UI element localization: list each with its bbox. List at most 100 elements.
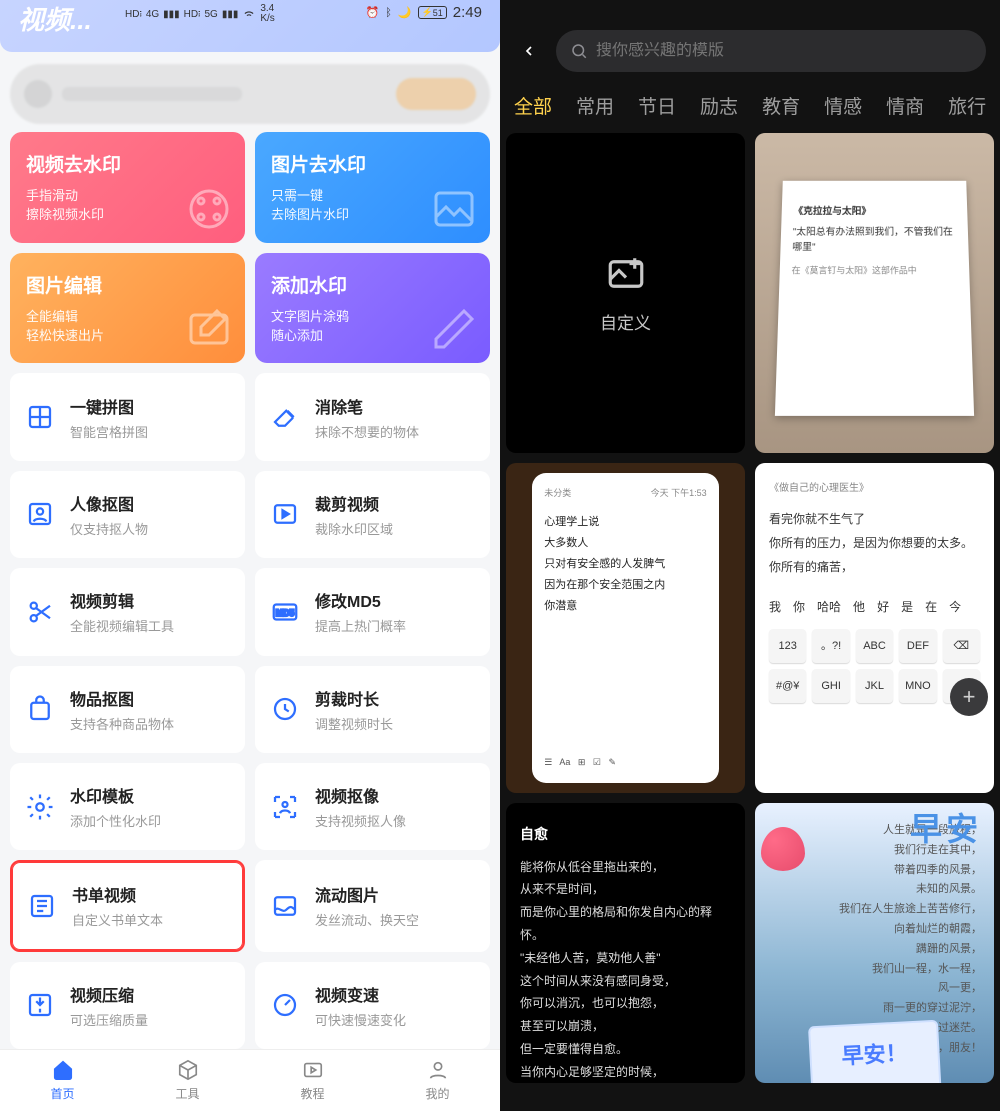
compress-icon (22, 987, 58, 1023)
card-line-1: 只需一键 (271, 188, 323, 203)
kb-candidate[interactable]: 他 (853, 595, 865, 619)
tool-title: 书单视频 (72, 882, 163, 906)
tool-title: 物品抠图 (70, 686, 174, 710)
home-icon (52, 1059, 74, 1081)
svg-text:MD5: MD5 (276, 608, 295, 618)
tab-0[interactable]: 全部 (514, 92, 552, 119)
kb-candidate[interactable]: 今 (949, 595, 961, 619)
tool-md5[interactable]: MD5修改MD5提高上热门概率 (255, 568, 490, 655)
kb-key[interactable]: 123 (769, 629, 806, 663)
card-line-2: 随心添加 (271, 328, 323, 343)
tool-title: 视频抠像 (315, 783, 406, 807)
kb-candidate[interactable]: 是 (901, 595, 913, 619)
tool-puzzle[interactable]: 一键拼图智能宫格拼图 (10, 373, 245, 460)
dark-line: 能将你从低谷里拖出来的， (520, 856, 731, 879)
dark-line: 这个时间从来没有感同身受， (520, 970, 731, 993)
search-input[interactable] (596, 42, 972, 60)
kb-key[interactable]: ⌫ (943, 629, 980, 663)
tool-compress[interactable]: 视频压缩可选压缩质量 (10, 962, 245, 1049)
kb-key[interactable]: 。?! (812, 629, 849, 663)
nav-play[interactable]: 教程 (250, 1050, 375, 1111)
tab-5[interactable]: 情感 (824, 92, 862, 119)
phone-line: 只对有安全感的人发脾气 (544, 554, 706, 575)
card-image-watermark-remove[interactable]: 图片去水印 只需一键去除图片水印 (255, 132, 490, 243)
template-phone-note[interactable]: 未分类今天 下午1:53 心理学上说大多数人只对有安全感的人发脾气因为在那个安全… (506, 463, 745, 793)
person-scan-icon (267, 789, 303, 825)
tool-sub: 支持各种商品物体 (70, 714, 174, 733)
add-image-icon (605, 253, 647, 295)
morning-line: 我们山一程，水一程， (823, 960, 982, 980)
tool-sub: 发丝流动、换天空 (315, 910, 419, 929)
nav-label: 工具 (175, 1085, 199, 1102)
nav-home[interactable]: 首页 (0, 1050, 125, 1111)
kb-key[interactable]: GHI (812, 669, 849, 703)
promo-text (62, 87, 242, 101)
back-button[interactable] (514, 36, 544, 66)
tab-3[interactable]: 励志 (700, 92, 738, 119)
morning-line: 带着四季的风景， (823, 861, 982, 881)
tool-book[interactable]: 书单视频自定义书单文本 (10, 860, 245, 951)
phone-toolbar: ☰ Aa ⊞ ☑ ✎ (544, 754, 706, 771)
kb-candidate[interactable]: 好 (877, 595, 889, 619)
morning-line: 我们在人生旅途上苦苦修行， (823, 900, 982, 920)
kb-key[interactable]: ABC (856, 629, 893, 663)
template-dark-quote[interactable]: 自愈 能将你从低谷里拖出来的，从来不是时间，而是你心里的格局和你发自内心的释怀。… (506, 803, 745, 1083)
tool-bag[interactable]: 物品抠图支持各种商品物体 (10, 666, 245, 753)
search-box[interactable] (556, 30, 986, 72)
battery-icon: ⚡51 (418, 6, 447, 19)
card-add-watermark[interactable]: 添加水印 文字图片涂鸦随心添加 (255, 253, 490, 364)
tab-4[interactable]: 教育 (762, 92, 800, 119)
phone-line: 你潜意 (544, 596, 706, 617)
kb-candidate[interactable]: 在 (925, 595, 937, 619)
promo-bar[interactable] (10, 64, 490, 124)
tool-eraser[interactable]: 消除笔抹除不想要的物体 (255, 373, 490, 460)
tool-person[interactable]: 人像抠图仅支持抠人物 (10, 471, 245, 558)
tab-2[interactable]: 节日 (638, 92, 676, 119)
dark-line: 而是你心里的格局和你发自内心的释怀。 (520, 901, 731, 947)
promo-avatar (24, 80, 52, 108)
nav-user[interactable]: 我的 (375, 1050, 500, 1111)
note-line-1: 看完你就不生气了 (769, 507, 980, 531)
card-image-edit[interactable]: 图片编辑 全能编辑轻松快速出片 (10, 253, 245, 364)
note-line-3: 你所有的痛苦， (769, 555, 980, 579)
tool-sub: 添加个性化水印 (70, 811, 161, 830)
card-video-watermark-remove[interactable]: 视频去水印 手指滑动擦除视频水印 (10, 132, 245, 243)
kb-key[interactable]: DEF (899, 629, 936, 663)
tool-scissors[interactable]: 视频剪辑全能视频编辑工具 (10, 568, 245, 655)
kb-candidate[interactable]: 哈哈 (817, 595, 841, 619)
kb-key[interactable]: #@¥ (769, 669, 806, 703)
tool-pic-flow[interactable]: 流动图片发丝流动、换天空 (255, 860, 490, 951)
kb-key[interactable]: MNO (899, 669, 936, 703)
tab-6[interactable]: 情商 (886, 92, 924, 119)
tool-crop-vid[interactable]: 裁剪视频裁除水印区域 (255, 471, 490, 558)
tab-1[interactable]: 常用 (576, 92, 614, 119)
alarm-icon: ⏰ (366, 6, 380, 19)
kb-key[interactable]: JKL (856, 669, 893, 703)
promo-button[interactable] (396, 78, 476, 110)
tool-title: 水印模板 (70, 783, 161, 807)
book-page: 《克拉拉与太阳》 "太阳总有办法照到我们，不管我们在哪里" 在《莫言钉与太阳》这… (775, 180, 974, 415)
bottom-nav: 首页工具 教程我的 (0, 1049, 500, 1111)
tool-sub: 仅支持抠人物 (70, 519, 148, 538)
phone-top-left: 未分类 (544, 485, 571, 502)
phone-line: 因为在那个安全范围之内 (544, 575, 706, 596)
hd-icon-2: HD፧ (184, 9, 201, 20)
tool-speed[interactable]: 视频变速可快速慢速变化 (255, 962, 490, 1049)
dnd-icon: 🌙 (398, 6, 412, 19)
template-keyboard-note[interactable]: 《做自己的心理医生》 看完你就不生气了 你所有的压力，是因为你想要的太多。 你所… (755, 463, 994, 793)
kb-candidate[interactable]: 我 (769, 595, 781, 619)
nav-cube[interactable]: 工具 (125, 1050, 250, 1111)
tool-person-scan[interactable]: 视频抠像支持视频抠人像 (255, 763, 490, 850)
add-fab[interactable]: + (950, 678, 988, 716)
template-custom[interactable]: 自定义 (506, 133, 745, 453)
tool-sub: 抹除不想要的物体 (315, 422, 419, 441)
template-morning[interactable]: 早安 人生就是一段旅程，我们行走在其中，带着四季的风景，未知的风景。我们在人生旅… (755, 803, 994, 1083)
template-book[interactable]: 《克拉拉与太阳》 "太阳总有办法照到我们，不管我们在哪里" 在《莫言钉与太阳》这… (755, 133, 994, 453)
phone-line: 大多数人 (544, 533, 706, 554)
kb-candidate[interactable]: 你 (793, 595, 805, 619)
tab-7[interactable]: 旅行 (948, 92, 986, 119)
right-screen: 全部常用节日励志教育情感情商旅行 自定义 未分类今天 下午1:53 心理学上说大… (500, 0, 1000, 1111)
tool-gear[interactable]: 水印模板添加个性化水印 (10, 763, 245, 850)
user-icon (427, 1059, 449, 1081)
tool-clock[interactable]: 剪裁时长调整视频时长 (255, 666, 490, 753)
